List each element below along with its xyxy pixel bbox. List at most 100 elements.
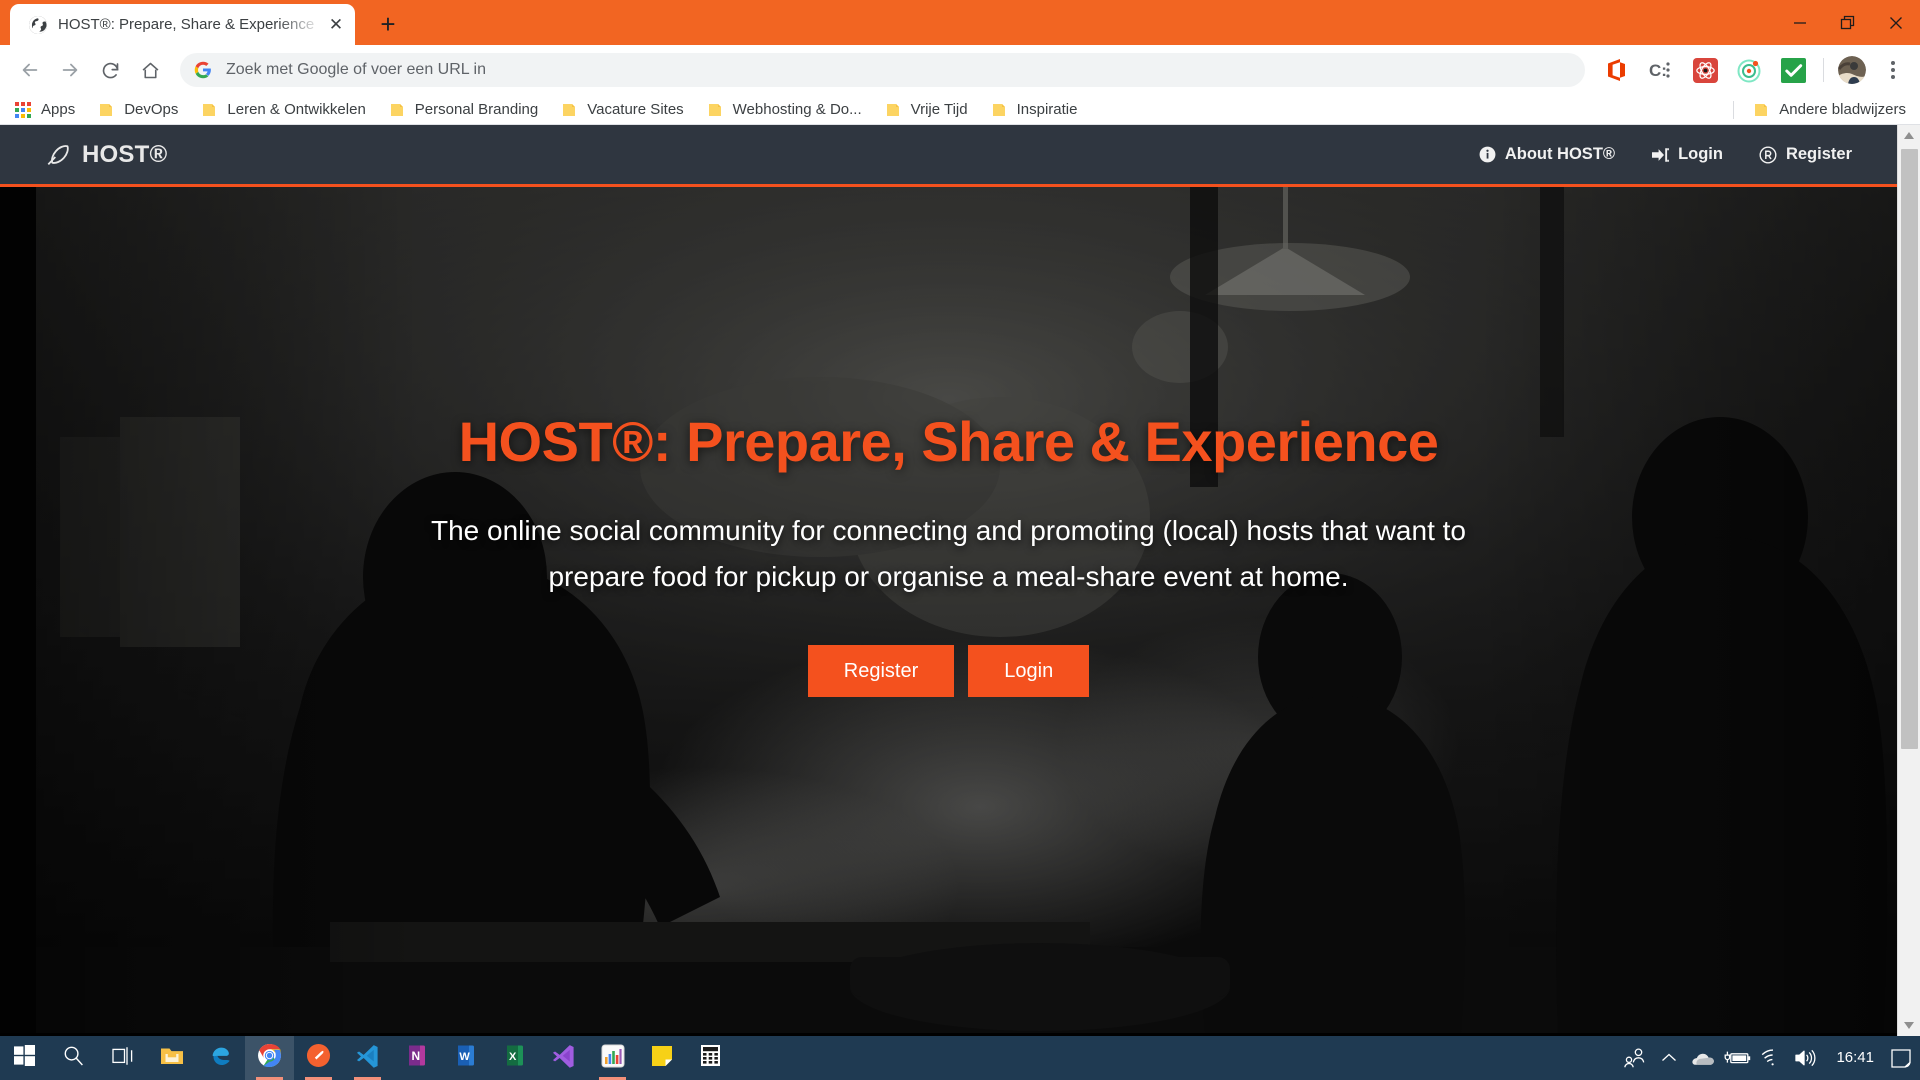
bookmark-inspiratie[interactable]: Inspiratie — [990, 101, 1077, 119]
chrome-icon — [257, 1043, 282, 1073]
page-scrollbar[interactable] — [1897, 125, 1920, 1036]
folder-icon — [560, 101, 578, 119]
calculator-icon — [700, 1044, 721, 1072]
bookmark-webhosting[interactable]: Webhosting & Do... — [706, 101, 862, 119]
reload-button[interactable] — [92, 52, 128, 88]
register-button[interactable]: Register — [807, 644, 955, 697]
sign-in-icon — [1651, 145, 1670, 164]
bookmark-devops[interactable]: DevOps — [97, 101, 178, 119]
hero-section: HOST®: Prepare, Share & Experience The o… — [0, 187, 1897, 1033]
microsoft-edge[interactable] — [196, 1036, 245, 1080]
hero-buttons: Register Login — [0, 644, 1897, 697]
battery-charging-icon[interactable] — [1720, 1036, 1754, 1080]
lemon-outline-icon — [45, 142, 71, 168]
wifi-icon[interactable] — [1754, 1036, 1788, 1080]
host-website: HOST® About HOST® Login Register HOST®: … — [0, 125, 1897, 1036]
profile-avatar[interactable] — [1838, 56, 1866, 84]
search-button[interactable] — [49, 1036, 98, 1080]
bookmark-label: Webhosting & Do... — [732, 101, 862, 118]
scrollbar-thumb[interactable] — [1901, 149, 1918, 749]
visual-studio-icon — [551, 1043, 576, 1073]
word-icon: W — [455, 1044, 477, 1072]
bookmark-apps[interactable]: Apps — [14, 101, 75, 119]
address-bar[interactable]: Zoek met Google of voer een URL in — [180, 53, 1585, 87]
action-center-icon[interactable] — [1888, 1036, 1914, 1080]
svg-text:W: W — [459, 1051, 470, 1063]
browser-toolbar: Zoek met Google of voer een URL in C: — [0, 45, 1920, 95]
bookmarks-divider — [1733, 100, 1735, 119]
folder-icon — [97, 101, 115, 119]
show-hidden-icons-chevron[interactable] — [1652, 1036, 1686, 1080]
sticky-notes[interactable] — [637, 1036, 686, 1080]
system-tray: 16:41 — [1618, 1036, 1920, 1080]
bookmark-vrije-tijd[interactable]: Vrije Tijd — [884, 101, 968, 119]
chrome-menu-button[interactable] — [1878, 55, 1908, 85]
bookmark-label: DevOps — [124, 101, 179, 118]
browser-titlebar: HOST®: Prepare, Share & Experience ✕ + — [0, 0, 1920, 45]
bookmark-label: Personal Branding — [414, 101, 539, 118]
microsoft-word[interactable]: W — [441, 1036, 490, 1080]
folder-icon — [160, 1045, 184, 1072]
new-tab-button[interactable]: + — [372, 8, 404, 40]
home-button[interactable] — [132, 52, 168, 88]
browser-tab[interactable]: HOST®: Prepare, Share & Experience ✕ — [10, 4, 355, 45]
folder-icon — [706, 101, 724, 119]
people-icon[interactable] — [1618, 1036, 1652, 1080]
bookmark-vacature-sites[interactable]: Vacature Sites — [560, 101, 684, 119]
site-header: HOST® About HOST® Login Register — [0, 125, 1897, 187]
taskbar-clock[interactable]: 16:41 — [1822, 1049, 1888, 1066]
scroll-up-arrow[interactable] — [1898, 125, 1920, 146]
hero-content: HOST®: Prepare, Share & Experience The o… — [0, 187, 1897, 697]
other-bookmarks-label: Andere bladwijzers — [1779, 101, 1906, 118]
volume-icon[interactable] — [1788, 1036, 1822, 1080]
extensions-area: C: — [1595, 55, 1908, 85]
folder-icon — [200, 101, 218, 119]
back-button[interactable] — [12, 52, 48, 88]
task-view-button[interactable] — [98, 1036, 147, 1080]
nav-login[interactable]: Login — [1651, 145, 1723, 164]
windows-logo-icon — [14, 1045, 35, 1071]
close-button[interactable] — [1872, 0, 1920, 45]
chart-icon — [601, 1044, 625, 1073]
browser-window: HOST®: Prepare, Share & Experience ✕ + Z… — [0, 0, 1920, 1036]
google-g-icon — [194, 61, 212, 79]
folder-icon — [1752, 101, 1770, 119]
checkmark-extension-icon[interactable] — [1778, 55, 1808, 85]
login-button[interactable]: Login — [968, 644, 1090, 697]
postman[interactable] — [294, 1036, 343, 1080]
scroll-down-arrow[interactable] — [1898, 1015, 1920, 1036]
bookmark-label: Vrije Tijd — [910, 101, 968, 118]
other-bookmarks-area: Andere bladwijzers — [1733, 100, 1906, 119]
site-brand[interactable]: HOST® — [45, 141, 167, 169]
svg-text:X: X — [509, 1051, 517, 1063]
nav-label: Login — [1678, 145, 1723, 163]
file-explorer[interactable] — [147, 1036, 196, 1080]
visual-studio[interactable] — [539, 1036, 588, 1080]
visual-studio-code[interactable] — [343, 1036, 392, 1080]
windows-taskbar: N W X 16:41 — [0, 1036, 1920, 1080]
react-devtools-extension-icon[interactable] — [1690, 55, 1720, 85]
nav-about-host[interactable]: About HOST® — [1478, 145, 1615, 164]
calculator[interactable] — [686, 1036, 735, 1080]
bookmark-personal-branding[interactable]: Personal Branding — [388, 101, 538, 119]
bookmarks-bar: Apps DevOps Leren & Ontwikkelen Personal… — [0, 95, 1920, 125]
bookmark-leren-ontwikkelen[interactable]: Leren & Ontwikkelen — [200, 101, 366, 119]
nav-register[interactable]: Register — [1759, 145, 1852, 164]
google-chrome[interactable] — [245, 1036, 294, 1080]
start-button[interactable] — [0, 1036, 49, 1080]
folder-icon — [884, 101, 902, 119]
edge-icon — [209, 1044, 233, 1073]
clockify-extension-icon[interactable]: C: — [1646, 55, 1676, 85]
microsoft-onenote[interactable]: N — [392, 1036, 441, 1080]
minimize-button[interactable] — [1776, 0, 1824, 45]
restore-button[interactable] — [1824, 0, 1872, 45]
onedrive-icon[interactable] — [1686, 1036, 1720, 1080]
forward-button[interactable] — [52, 52, 88, 88]
microsoft-excel[interactable]: X — [490, 1036, 539, 1080]
address-bar-placeholder: Zoek met Google of voer een URL in — [226, 61, 486, 78]
chart-app[interactable] — [588, 1036, 637, 1080]
tab-close-button[interactable]: ✕ — [325, 14, 347, 36]
target-tracker-extension-icon[interactable] — [1734, 55, 1764, 85]
nav-label: Register — [1785, 145, 1852, 163]
microsoft-office-extension-icon[interactable] — [1602, 55, 1632, 85]
